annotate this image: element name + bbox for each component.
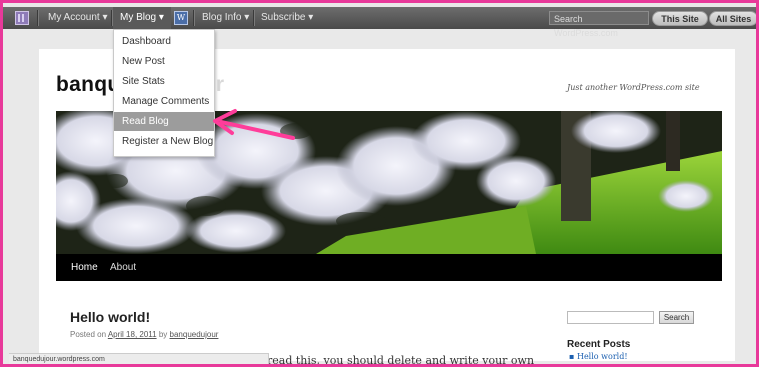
screenshot-frame: My Account ▾ My Blog ▾ W Blog Info ▾ Sub… bbox=[0, 0, 759, 367]
annotation-arrow-icon bbox=[213, 109, 295, 140]
